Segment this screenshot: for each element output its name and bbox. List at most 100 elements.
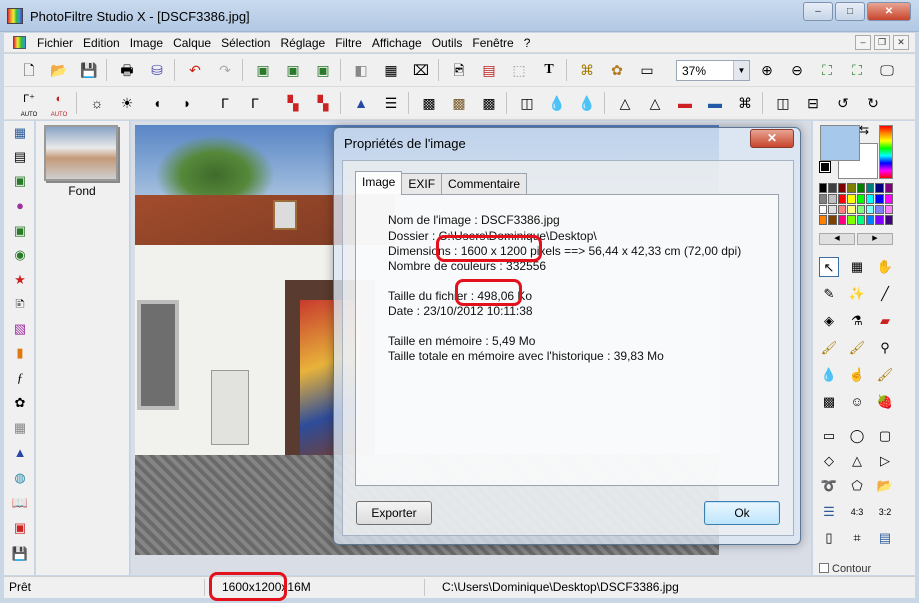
brightness-minus-icon[interactable]: ☼ <box>86 92 108 114</box>
magic-wand-icon[interactable]: ✨ <box>847 284 867 304</box>
palette-swatch[interactable] <box>819 204 828 215</box>
pointer-icon[interactable]: ↖ <box>819 257 839 277</box>
paste-layer-icon[interactable]: ▣ <box>312 59 334 81</box>
ratio-3-2-icon[interactable]: 3:2 <box>875 502 895 522</box>
swap-colors-icon[interactable]: ⇆ <box>859 123 869 137</box>
text-tool-icon[interactable]: T <box>538 59 560 81</box>
menu-image[interactable]: Image <box>130 36 169 50</box>
arrow-selection-icon[interactable]: ▷ <box>875 451 895 471</box>
list-icon[interactable]: ☰ <box>819 502 839 522</box>
plugin-icon[interactable]: ✿ <box>606 59 628 81</box>
tab-image[interactable]: Image <box>355 171 403 195</box>
insert-text-block-icon[interactable]: ▤ <box>478 59 500 81</box>
rotate-right-icon[interactable]: ↻ <box>862 92 884 114</box>
gallery-icon[interactable]: ▦ <box>847 257 867 277</box>
fit-window-icon[interactable]: ⛶ <box>816 59 838 81</box>
palette-swatch[interactable] <box>875 193 884 204</box>
lasso-icon[interactable]: ➰ <box>819 476 839 496</box>
open-folder-icon[interactable]: 📂 <box>48 59 70 81</box>
hand-icon[interactable]: ✋ <box>875 257 895 277</box>
palette-swatch[interactable] <box>884 183 893 193</box>
tab-exif[interactable]: EXIF <box>401 173 443 194</box>
zoom-select[interactable]: 37% ▼ <box>676 60 750 81</box>
menu-fenetre[interactable]: Fenêtre <box>472 36 519 50</box>
palette-swatch[interactable] <box>837 215 847 225</box>
auto-levels-icon[interactable]: Γ⁺ AUTO <box>18 92 40 118</box>
transparency-icon[interactable]: ◧ <box>350 59 372 81</box>
menu-calque[interactable]: Calque <box>173 36 217 50</box>
palette-swatch[interactable] <box>884 193 893 204</box>
book-icon[interactable]: 📖 <box>11 494 29 512</box>
star-icon[interactable]: ★ <box>11 271 29 289</box>
close-button[interactable]: ✕ <box>867 2 911 21</box>
menu-filtre[interactable]: Filtre <box>335 36 368 50</box>
palette-swatch[interactable] <box>865 215 875 225</box>
maximize-button[interactable]: □ <box>835 2 865 21</box>
print-icon[interactable]: 🖶 <box>116 59 138 81</box>
stamp-icon[interactable]: ⚲ <box>875 338 895 358</box>
open-shape-icon[interactable]: 📂 <box>875 476 895 496</box>
line-icon[interactable]: ╱ <box>875 284 895 304</box>
menu-selection[interactable]: Sélection <box>221 36 276 50</box>
frame-icon[interactable]: ▣ <box>11 172 29 190</box>
strawberry-icon[interactable]: 🍓 <box>875 392 895 412</box>
note-icon[interactable]: 🗈 <box>11 295 29 313</box>
palette-swatch[interactable] <box>819 215 828 225</box>
minimize-button[interactable]: – <box>803 2 833 21</box>
gradient-icon[interactable]: ▧ <box>11 320 29 338</box>
sepia-icon[interactable]: ▩ <box>448 92 470 114</box>
document-icon[interactable] <box>13 36 26 49</box>
polygon-lasso-icon[interactable]: ⬠ <box>847 476 867 496</box>
brush-icon[interactable]: 🖌 <box>819 338 839 358</box>
palette-swatch[interactable] <box>847 193 856 204</box>
sharpen-drop-icon[interactable]: 💧 <box>576 92 598 114</box>
palette-swatch[interactable] <box>837 204 847 215</box>
palette-swatch[interactable] <box>875 215 884 225</box>
contour-box[interactable] <box>819 563 829 573</box>
ratio-4-3-icon[interactable]: 4:3 <box>847 502 867 522</box>
triangle-outline-icon[interactable]: △ <box>644 92 666 114</box>
chart-icon[interactable]: ▲ <box>11 444 29 462</box>
palette-swatch[interactable] <box>884 204 893 215</box>
palette-swatch[interactable] <box>847 183 856 193</box>
palette-swatch[interactable] <box>819 193 828 204</box>
menu-fichier[interactable]: Fichier <box>37 36 79 50</box>
palette-swatch[interactable] <box>828 215 837 225</box>
layer-thumbnail[interactable] <box>44 125 118 181</box>
ellipse-selection-icon[interactable]: ◯ <box>847 426 867 446</box>
eyedropper-icon[interactable]: ✎ <box>819 284 839 304</box>
portrait-icon[interactable]: ☺ <box>847 392 867 412</box>
photomaton-icon[interactable]: ▣ <box>11 222 29 240</box>
menu-help[interactable]: ? <box>524 36 537 50</box>
pattern-brush-icon[interactable]: 🖌 <box>875 365 895 385</box>
globe-icon[interactable]: ◍ <box>11 469 29 487</box>
reset-colors-icon[interactable] <box>819 161 831 173</box>
histogram-icon[interactable]: ▲ <box>350 92 372 114</box>
rounded-rect-selection-icon[interactable]: ▢ <box>875 426 895 446</box>
diamond-selection-icon[interactable]: ◇ <box>819 451 839 471</box>
saturation-plus-icon[interactable]: ▚ <box>312 92 334 114</box>
blur-drop-icon[interactable]: 💧 <box>546 92 568 114</box>
monitor-icon[interactable]: ▣ <box>11 519 29 537</box>
triangle-shape-icon[interactable]: △ <box>614 92 636 114</box>
contrast-minus-icon[interactable]: ◖ <box>146 92 168 114</box>
export-button[interactable]: Exporter <box>356 501 432 525</box>
blur-icon[interactable]: 💧 <box>819 365 839 385</box>
palette-left-icon[interactable]: ◀ <box>819 233 855 245</box>
tab-commentaire[interactable]: Commentaire <box>441 173 528 194</box>
function-icon[interactable]: ƒ <box>11 369 29 387</box>
undo-icon[interactable]: ↶ <box>184 59 206 81</box>
fill-bucket-icon[interactable]: ◈ <box>819 311 839 331</box>
flip-vertical-icon[interactable]: ⊟ <box>802 92 824 114</box>
palette-swatch[interactable] <box>837 193 847 204</box>
mdi-restore-button[interactable]: ❐ <box>874 35 890 50</box>
new-file-icon[interactable]: 🗋 <box>18 59 40 81</box>
palette-swatch[interactable] <box>819 183 828 193</box>
foreground-color-swatch[interactable] <box>820 125 860 161</box>
mdi-minimize-button[interactable]: – <box>855 35 871 50</box>
ok-button[interactable]: Ok <box>704 501 780 525</box>
mirror-icon[interactable]: ◫ <box>516 92 538 114</box>
menu-outils[interactable]: Outils <box>432 36 469 50</box>
levels-icon[interactable]: ☰ <box>380 92 402 114</box>
redo-icon[interactable]: ↷ <box>214 59 236 81</box>
